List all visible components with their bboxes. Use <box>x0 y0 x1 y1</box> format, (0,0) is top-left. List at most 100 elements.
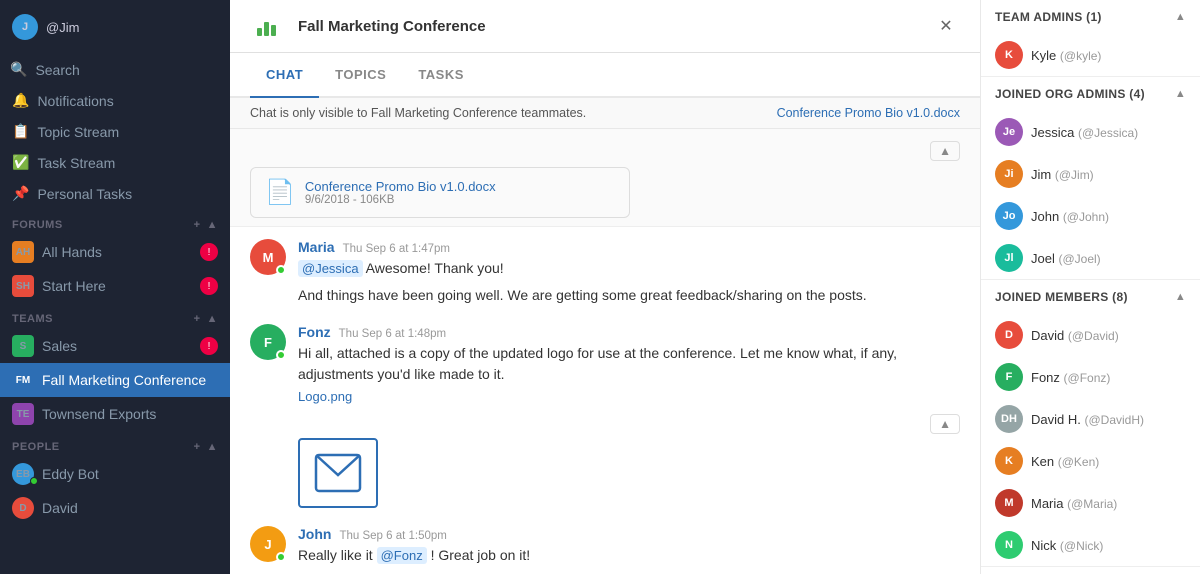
main-content: Fall Marketing Conference ✕ CHAT TOPICS … <box>230 0 980 574</box>
search-label: Search <box>35 62 79 78</box>
fall-marketing-avatar: FM <box>12 369 34 391</box>
start-here-badge: ! <box>200 277 218 295</box>
members-header[interactable]: JOINED MEMBERS (8) ▲ <box>981 280 1200 314</box>
conference-logo <box>250 10 282 42</box>
chat-header: Fall Marketing Conference ✕ <box>230 0 980 53</box>
member-ken[interactable]: K Ken (@Ken) <box>981 440 1200 482</box>
online-dot <box>276 265 286 275</box>
info-bar: Chat is only visible to Fall Marketing C… <box>230 98 980 129</box>
member-john[interactable]: Jo John (@John) <box>981 195 1200 237</box>
fonz-panel-avatar: F <box>995 363 1023 391</box>
member-david[interactable]: D David (@David) <box>981 314 1200 356</box>
personal-tasks-icon: 📌 <box>12 185 29 202</box>
mention-fonz-john[interactable]: @Fonz <box>377 547 427 564</box>
message-group-maria-1: M Maria Thu Sep 6 at 1:47pm @Jessica Awe… <box>250 239 960 306</box>
org-admins-chevron: ▲ <box>1175 88 1186 100</box>
all-hands-badge: ! <box>200 243 218 261</box>
teams-collapse-icon[interactable]: ▲ <box>207 313 218 325</box>
team-admins-header[interactable]: TEAM ADMINS (1) ▲ <box>981 0 1200 34</box>
file-name[interactable]: Conference Promo Bio v1.0.docx <box>305 179 496 194</box>
close-button[interactable]: ✕ <box>932 12 960 40</box>
current-user[interactable]: J @Jim <box>12 8 218 46</box>
bell-icon: 🔔 <box>12 92 29 109</box>
tab-tasks[interactable]: TASKS <box>402 53 480 98</box>
fall-marketing-label: Fall Marketing Conference <box>42 372 206 388</box>
file-attachment: 📄 Conference Promo Bio v1.0.docx 9/6/201… <box>250 167 630 218</box>
topic-stream-icon: 📋 <box>12 123 29 140</box>
msg-author-john[interactable]: John <box>298 526 331 542</box>
davidh-name: David H. (@DavidH) <box>1031 412 1144 427</box>
teams-section-header: TEAMS + ▲ <box>0 303 230 329</box>
member-kyle[interactable]: K Kyle (@kyle) <box>981 34 1200 76</box>
tab-topics[interactable]: TOPICS <box>319 53 402 98</box>
sales-avatar: S <box>12 335 34 357</box>
info-link[interactable]: Conference Promo Bio v1.0.docx <box>777 106 960 120</box>
forums-add-icon[interactable]: + <box>194 219 201 231</box>
nick-name: Nick (@Nick) <box>1031 538 1103 553</box>
members-section: JOINED MEMBERS (8) ▲ D David (@David) F … <box>981 280 1200 567</box>
sidebar-item-notifications[interactable]: 🔔 Notifications <box>0 85 230 116</box>
sidebar-people-david[interactable]: D David <box>0 491 230 525</box>
collapse-image-button[interactable]: ▲ <box>930 414 960 434</box>
logo-image <box>298 438 378 508</box>
sidebar-channel-fall-marketing[interactable]: FM Fall Marketing Conference <box>0 363 230 397</box>
docx-icon: 📄 <box>265 178 295 207</box>
john-panel-name: John (@John) <box>1031 209 1109 224</box>
sidebar-item-topic-stream[interactable]: 📋 Topic Stream <box>0 116 230 147</box>
sidebar-channel-townsend[interactable]: TE Townsend Exports <box>0 397 230 431</box>
david-avatar: D <box>12 497 34 519</box>
sidebar-people-eddy-bot[interactable]: EB Eddy Bot <box>0 457 230 491</box>
nav-task-stream-label: Task Stream <box>37 155 115 171</box>
jessica-avatar: Je <box>995 118 1023 146</box>
forums-collapse-icon[interactable]: ▲ <box>207 219 218 231</box>
member-maria[interactable]: M Maria (@Maria) <box>981 482 1200 524</box>
all-hands-avatar: AH <box>12 241 34 263</box>
member-nick[interactable]: N Nick (@Nick) <box>981 524 1200 566</box>
msg-header-john: John Thu Sep 6 at 1:50pm <box>298 526 960 542</box>
mention-jessica[interactable]: @Jessica <box>298 260 363 277</box>
tab-chat[interactable]: CHAT <box>250 53 319 98</box>
collapse-file-button[interactable]: ▲ <box>930 141 960 161</box>
member-fonz[interactable]: F Fonz (@Fonz) <box>981 356 1200 398</box>
maria-panel-avatar: M <box>995 489 1023 517</box>
john-panel-avatar: Jo <box>995 202 1023 230</box>
tab-bar: CHAT TOPICS TASKS <box>230 53 980 98</box>
sidebar-item-personal-tasks[interactable]: 📌 Personal Tasks <box>0 178 230 209</box>
msg-author-fonz[interactable]: Fonz <box>298 324 331 340</box>
team-admins-section: TEAM ADMINS (1) ▲ K Kyle (@kyle) <box>981 0 1200 77</box>
team-admins-label: TEAM ADMINS (1) <box>995 10 1102 24</box>
user-avatar: J <box>12 14 38 40</box>
msg-content-john: John Thu Sep 6 at 1:50pm Really like it … <box>298 526 960 566</box>
david-panel-avatar: D <box>995 321 1023 349</box>
member-davidh[interactable]: DH David H. (@DavidH) <box>981 398 1200 440</box>
msg-author-maria-1[interactable]: Maria <box>298 239 335 255</box>
david-panel-name: David (@David) <box>1031 328 1119 343</box>
member-jim[interactable]: Ji Jim (@Jim) <box>981 153 1200 195</box>
username-label: @Jim <box>46 20 79 35</box>
right-panel: TEAM ADMINS (1) ▲ K Kyle (@kyle) JOINED … <box>980 0 1200 574</box>
sidebar-channel-start-here[interactable]: SH Start Here ! <box>0 269 230 303</box>
member-jessica[interactable]: Je Jessica (@Jessica) <box>981 111 1200 153</box>
sidebar-channel-sales[interactable]: S Sales ! <box>0 329 230 363</box>
jessica-name: Jessica (@Jessica) <box>1031 125 1138 140</box>
people-add-icon[interactable]: + <box>194 441 201 453</box>
search-button[interactable]: 🔍 Search <box>0 54 230 85</box>
teams-add-icon[interactable]: + <box>194 313 201 325</box>
member-joel[interactable]: Jl Joel (@Joel) <box>981 237 1200 279</box>
logo-attachment-link[interactable]: Logo.png <box>298 389 960 404</box>
org-admins-header[interactable]: JOINED ORG ADMINS (4) ▲ <box>981 77 1200 111</box>
start-here-avatar: SH <box>12 275 34 297</box>
sidebar-channel-all-hands[interactable]: AH All Hands ! <box>0 235 230 269</box>
townsend-avatar: TE <box>12 403 34 425</box>
kyle-avatar: K <box>995 41 1023 69</box>
msg-text-fonz: Hi all, attached is a copy of the update… <box>298 343 960 385</box>
logo-image-preview: ▲ <box>298 410 960 508</box>
people-collapse-icon[interactable]: ▲ <box>207 441 218 453</box>
sidebar-item-task-stream[interactable]: ✅ Task Stream <box>0 147 230 178</box>
people-label: PEOPLE <box>12 441 60 453</box>
fonz-online-dot <box>276 350 286 360</box>
msg-text-maria-1b: And things have been going well. We are … <box>298 285 960 306</box>
jim-name: Jim (@Jim) <box>1031 167 1094 182</box>
members-label: JOINED MEMBERS (8) <box>995 290 1128 304</box>
msg-time-fonz: Thu Sep 6 at 1:48pm <box>339 328 446 340</box>
